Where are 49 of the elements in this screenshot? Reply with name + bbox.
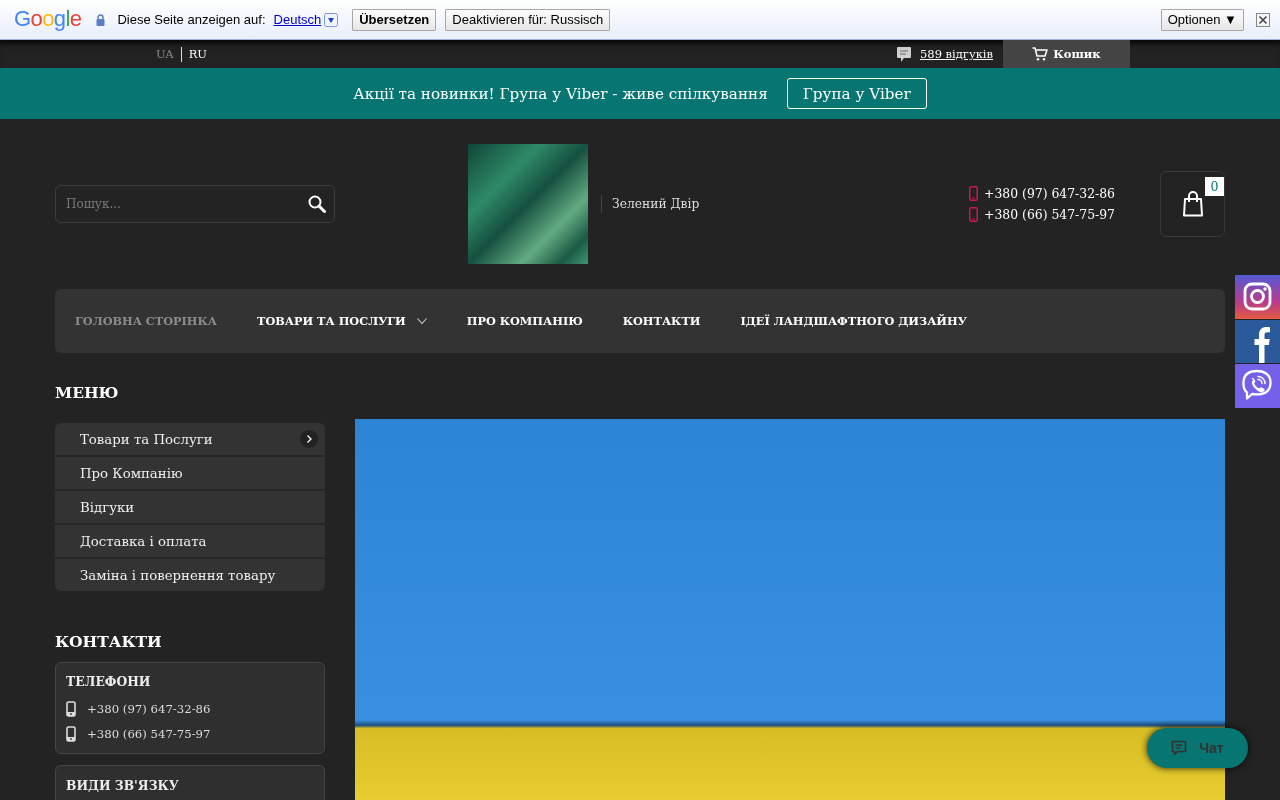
- phone-number: +380 (66) 547-75-97: [984, 206, 1115, 223]
- search-icon[interactable]: [308, 195, 326, 213]
- sidebar-menu-item[interactable]: Доставка і оплата: [55, 523, 325, 557]
- cart-button[interactable]: 0: [1160, 171, 1225, 237]
- nav-link[interactable]: ГОЛОВНА СТОРІНКА: [55, 289, 237, 353]
- reviews-link[interactable]: 589 відгуків: [920, 47, 993, 61]
- shopping-bag-icon: [1182, 191, 1203, 217]
- disable-translate-button[interactable]: Deaktivieren für: Russisch: [445, 8, 611, 31]
- company-name: Зелений Двір: [612, 197, 700, 211]
- search-field[interactable]: Пошук...: [55, 185, 335, 223]
- nav-link[interactable]: ТОВАРИ ТА ПОСЛУГИ: [237, 289, 447, 353]
- section-heading: МЕНЮ: [55, 383, 120, 403]
- lock-icon: [96, 13, 106, 26]
- phone-icon: [66, 700, 76, 717]
- translate-button[interactable]: Übersetzen: [352, 8, 437, 31]
- phone-icon: [969, 207, 979, 222]
- dropdown-caret-icon[interactable]: [324, 12, 339, 27]
- phone-number: +380 (97) 647-32-86: [984, 185, 1115, 202]
- card-title: ВИДИ ЗВ'ЯЗКУ: [66, 777, 180, 795]
- nav-link[interactable]: ІДЕЇ ЛАНДШАФТНОГО ДИЗАЙНУ: [720, 289, 987, 353]
- options-button[interactable]: Optionen ▼: [1160, 8, 1244, 31]
- google-logo: Google: [14, 6, 82, 31]
- phone-icon: [66, 725, 76, 742]
- speech-bubble-icon: [897, 46, 911, 62]
- language-link[interactable]: UA: [156, 47, 174, 61]
- phone-icon: [969, 186, 979, 201]
- nav-link[interactable]: КОНТАКТИ: [602, 289, 721, 353]
- viber-group-button[interactable]: Група у Viber: [786, 78, 927, 109]
- language-link[interactable]: Deutsch: [273, 12, 322, 27]
- phone-number: +380 (97) 647-32-86: [87, 701, 211, 716]
- chat-icon: [1171, 740, 1188, 756]
- facebook-icon[interactable]: [1235, 320, 1280, 363]
- sidebar-menu-item[interactable]: Про Компанію: [55, 455, 325, 489]
- viber-icon[interactable]: [1235, 364, 1280, 408]
- sidebar-menu-item[interactable]: Заміна і повернення товару: [55, 557, 325, 591]
- section-heading: КОНТАКТИ: [55, 632, 163, 652]
- phone-number: +380 (66) 547-75-97: [87, 726, 211, 741]
- sidebar-menu-item[interactable]: Відгуки: [55, 489, 325, 523]
- nav-link[interactable]: ПРО КОМПАНІЮ: [446, 289, 603, 353]
- translate-prompt: Diese Seite anzeigen auf:: [117, 12, 266, 27]
- close-icon[interactable]: [1256, 12, 1270, 27]
- cart-count: 0: [1205, 177, 1224, 196]
- card-title: ТЕЛЕФОНИ: [66, 673, 152, 691]
- promo-text: Акції та новинки! Група у Viber - живе спілкування: [353, 84, 768, 103]
- cart-link[interactable]: Кошик: [1003, 40, 1130, 68]
- language-link[interactable]: RU: [188, 47, 207, 61]
- instagram-icon[interactable]: [1235, 275, 1280, 319]
- sidebar-menu-item[interactable]: Товари та Послуги: [55, 423, 325, 455]
- cart-icon: [1032, 47, 1049, 61]
